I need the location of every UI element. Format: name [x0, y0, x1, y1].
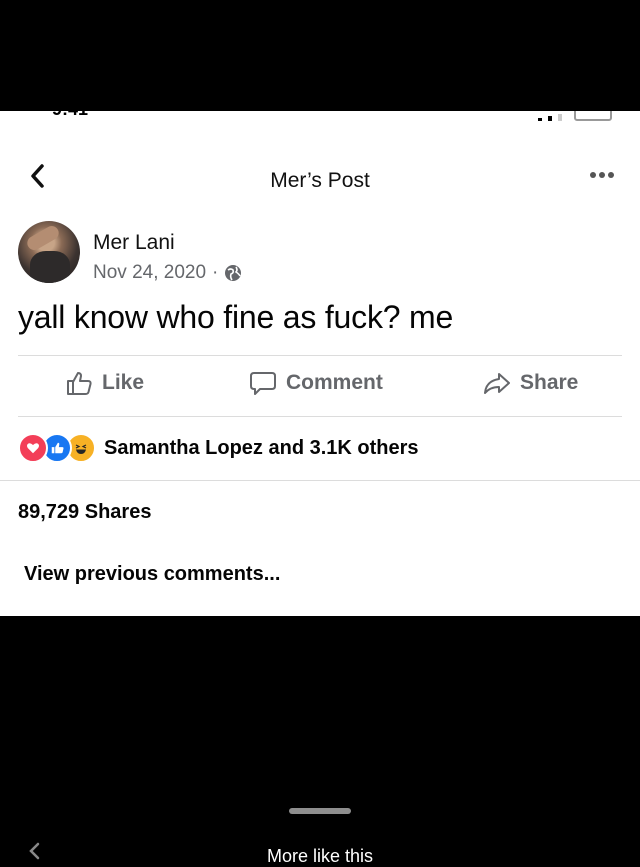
status-bar: 9:41: [0, 111, 640, 121]
meta-separator: ·: [212, 262, 219, 283]
signal-bar-icon: [548, 116, 552, 121]
status-time: 9:41: [52, 111, 88, 120]
share-button[interactable]: Share: [482, 368, 578, 398]
author-name[interactable]: Mer Lani: [93, 231, 175, 255]
signal-bar-icon: [558, 114, 562, 121]
more-like-this-label[interactable]: More like this: [0, 846, 640, 867]
view-previous-comments-link[interactable]: View previous comments...: [24, 563, 280, 586]
like-button[interactable]: Like: [64, 368, 144, 398]
avatar[interactable]: [18, 221, 80, 283]
divider: [0, 480, 640, 481]
reactions-row[interactable]: Samantha Lopez and 3.1K others: [18, 433, 419, 463]
status-icons: [538, 111, 612, 121]
battery-icon: [574, 111, 612, 121]
home-indicator[interactable]: [289, 808, 351, 814]
post-meta: Nov 24, 2020 ·: [93, 262, 242, 284]
avatar-figure: [24, 223, 62, 253]
like-label: Like: [102, 371, 145, 394]
share-label: Share: [520, 371, 579, 394]
post-text: yall know who fine as fuck? me: [18, 299, 454, 335]
divider: [18, 416, 622, 417]
comment-label: Comment: [286, 371, 383, 394]
top-black-bar: [0, 0, 640, 111]
post-card: 9:41 Mer’s Post Mer Lani Nov 24, 2020 · …: [0, 111, 640, 616]
reactions-summary: Samantha Lopez and 3.1K others: [104, 436, 419, 459]
like-icon: [67, 372, 92, 395]
bottom-black-area: [0, 616, 640, 855]
love-reaction-icon: [18, 433, 48, 463]
post-actions: Like Comment Share: [18, 356, 622, 416]
share-icon: [484, 373, 510, 394]
avatar-figure: [30, 251, 70, 283]
post-date[interactable]: Nov 24, 2020: [93, 262, 206, 284]
comment-icon: [250, 372, 276, 395]
globe-icon: [225, 265, 242, 281]
comment-button[interactable]: Comment: [248, 368, 383, 398]
page-title: Mer’s Post: [270, 169, 370, 192]
shares-count[interactable]: 89,729 Shares: [18, 501, 151, 524]
signal-bar-icon: [538, 118, 542, 121]
more-dots-icon[interactable]: [588, 165, 616, 185]
top-nav: Mer’s Post: [0, 155, 640, 201]
